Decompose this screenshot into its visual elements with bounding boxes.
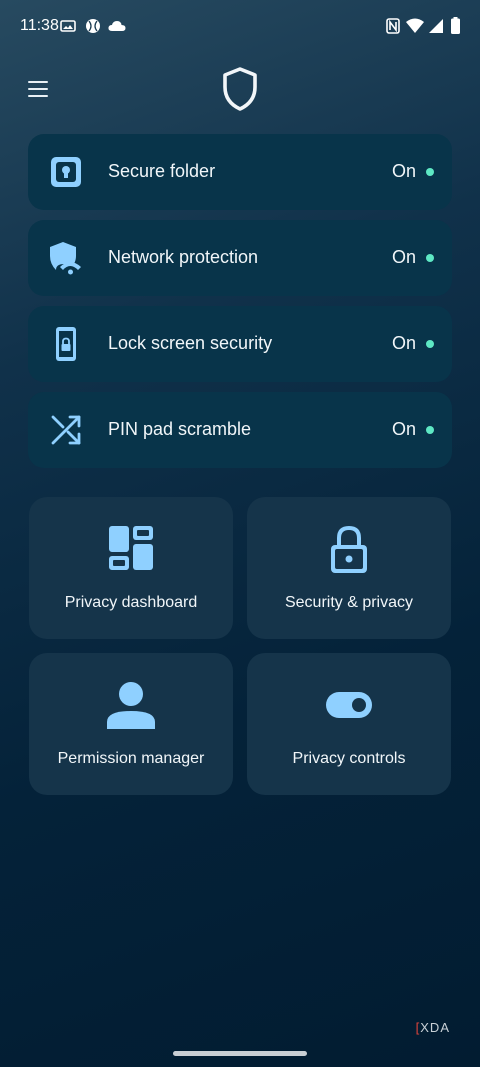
status-text: On — [391, 333, 416, 353]
battery-icon — [451, 17, 460, 34]
secure-folder-label: Secure folder — [108, 161, 216, 181]
gesture-navigation-bar[interactable] — [173, 1051, 307, 1056]
network-protection-row[interactable]: Network protection On — [28, 220, 452, 296]
photo-notification-icon — [60, 20, 76, 32]
status-text: On — [391, 161, 416, 181]
status-text: On — [391, 247, 416, 267]
status-dot — [426, 254, 434, 262]
cloud-notification-icon — [108, 21, 126, 31]
menu-icon-line — [28, 95, 48, 97]
cellular-signal-icon — [429, 19, 443, 33]
shuffle-icon — [51, 415, 81, 445]
toggle-icon — [326, 692, 372, 718]
privacy-dashboard-tile[interactable]: Privacy dashboard — [29, 497, 233, 639]
privacy-dashboard-label: Privacy dashboard — [64, 594, 198, 611]
person-icon — [107, 682, 155, 729]
menu-icon-line — [28, 88, 48, 90]
status-dot — [426, 340, 434, 348]
privacy-controls-label: Privacy controls — [292, 750, 406, 767]
xda-watermark: [XDA — [416, 1020, 450, 1035]
status-time: 11:38 — [20, 17, 59, 34]
network-shield-icon — [50, 242, 81, 275]
menu-icon — [28, 81, 48, 83]
wifi-icon — [406, 18, 424, 33]
pin-pad-scramble-label: PIN pad scramble — [108, 419, 252, 439]
pin-pad-scramble-row[interactable]: PIN pad scramble On — [28, 392, 452, 468]
security-privacy-tile[interactable]: Security & privacy — [247, 497, 451, 639]
menu-button[interactable] — [26, 77, 52, 101]
privacy-controls-tile[interactable]: Privacy controls — [247, 653, 451, 795]
security-privacy-label: Security & privacy — [284, 594, 414, 611]
network-protection-label: Network protection — [108, 247, 259, 267]
phone-lock-icon — [56, 327, 76, 361]
secure-folder-icon — [51, 157, 81, 187]
lock-screen-security-label: Lock screen security — [108, 333, 273, 353]
status-bar: 11:38 — [0, 0, 480, 54]
status-dot — [426, 426, 434, 434]
status-dot — [426, 168, 434, 176]
sports-notification-icon — [86, 19, 100, 33]
permission-manager-tile[interactable]: Permission manager — [29, 653, 233, 795]
secure-folder-row[interactable]: Secure folder On — [28, 134, 452, 210]
lock-icon — [331, 525, 367, 573]
nfc-icon — [386, 18, 400, 34]
permission-manager-label: Permission manager — [57, 750, 205, 767]
dashboard-icon — [109, 526, 153, 570]
status-text: On — [391, 419, 416, 439]
top-app-bar — [0, 62, 480, 118]
shield-logo-icon — [223, 67, 257, 111]
watermark-text: XDA — [420, 1020, 450, 1035]
lock-screen-security-row[interactable]: Lock screen security On — [28, 306, 452, 382]
